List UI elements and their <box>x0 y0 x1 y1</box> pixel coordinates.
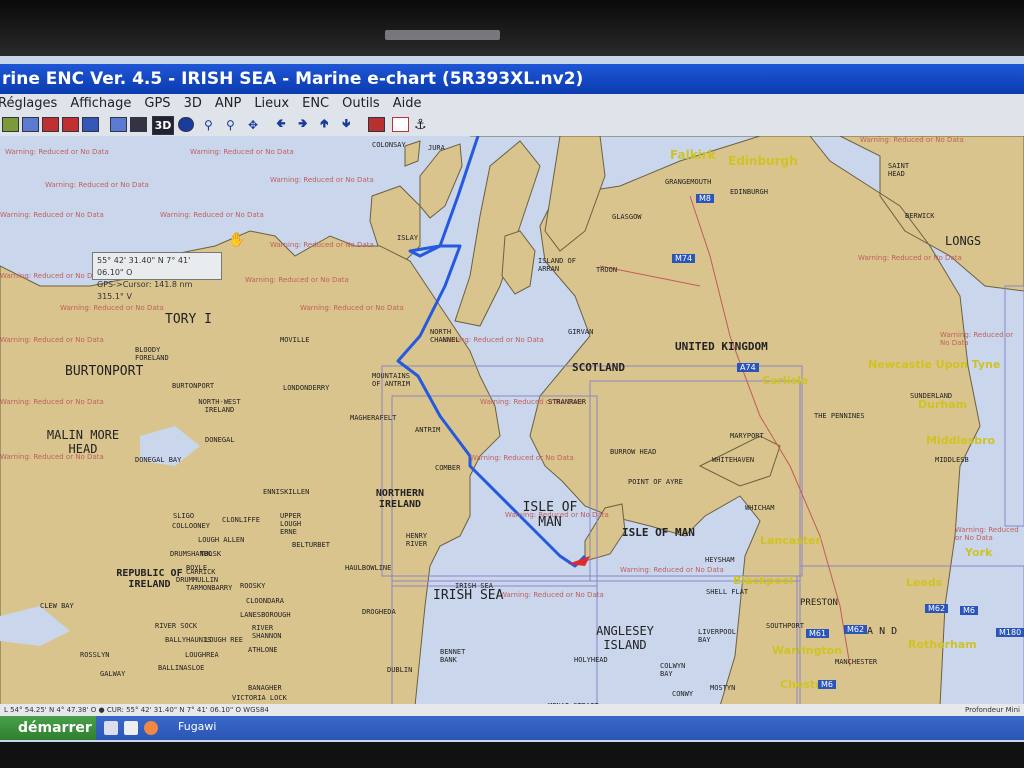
arrow-down-icon[interactable]: 🢃 <box>342 116 351 133</box>
overlay-icon[interactable] <box>82 116 99 133</box>
info-icon[interactable] <box>178 116 194 133</box>
menu-affichage[interactable]: Affichage <box>70 94 131 114</box>
menu-outils[interactable]: Outils <box>342 94 380 114</box>
taskbar: démarrer Fugawi <box>0 716 1024 740</box>
view-3d-button[interactable]: 3D <box>152 116 174 135</box>
status-bar: L 54° 54.25' N 4° 47.38' O ● CUR: 55° 42… <box>0 704 1024 716</box>
pan-icon[interactable]: ✥ <box>248 116 258 133</box>
status-depth: Profondeur Mini <box>965 706 1020 714</box>
app-window: rine ENC Ver. 4.5 - IRISH SEA - Marine e… <box>0 56 1024 742</box>
menu-aide[interactable]: Aide <box>393 94 422 114</box>
arrow-left-icon[interactable]: 🢀 <box>276 116 286 133</box>
print-icon[interactable] <box>62 116 79 133</box>
anchor-icon[interactable]: ⚓ <box>414 116 427 133</box>
menu-3d[interactable]: 3D <box>184 94 202 114</box>
monitor-bezel-top <box>0 0 1024 58</box>
start-button[interactable]: démarrer <box>0 716 96 740</box>
waypoint-icon[interactable] <box>392 116 409 133</box>
quick-launch-icon[interactable] <box>144 721 158 735</box>
zoom-out-icon[interactable]: ⚲ <box>226 116 235 133</box>
zoom-in-icon[interactable]: ⚲ <box>204 116 213 133</box>
hand-cursor-icon: ✋ <box>228 232 246 248</box>
window-icon[interactable] <box>110 116 127 133</box>
taskbar-app-fugawi[interactable]: Fugawi <box>178 720 216 733</box>
cursor-distance: GPS->Cursor: 141.8 nm 315.1° V <box>97 280 193 301</box>
chart-map[interactable] <box>0 136 1024 706</box>
grid-icon[interactable] <box>130 116 147 133</box>
screen-glare <box>385 30 500 40</box>
cursor-info-box: 55° 42' 31.40" N 7° 41' 06.10" O GPS->Cu… <box>92 252 222 301</box>
arrow-up-icon[interactable]: 🢁 <box>320 116 329 133</box>
window-title: rine ENC Ver. 4.5 - IRISH SEA - Marine e… <box>0 64 1024 94</box>
menu-bar: Réglages Affichage GPS 3D ANP Lieux ENC Outils A… <box>0 94 1024 114</box>
menu-reglages[interactable]: Réglages <box>0 94 57 114</box>
quick-launch-icon[interactable] <box>124 721 138 735</box>
gps-track-icon[interactable] <box>368 116 385 133</box>
toolbar: 3D ⚲ ⚲ ✥ 🢀 🢂 🢁 🢃 ⚓ <box>0 114 1024 137</box>
status-coordinates: L 54° 54.25' N 4° 47.38' O ● CUR: 55° 42… <box>4 706 269 714</box>
menu-anp[interactable]: ANP <box>215 94 241 114</box>
menu-enc[interactable]: ENC <box>302 94 329 114</box>
menu-lieux[interactable]: Lieux <box>254 94 289 114</box>
menu-gps[interactable]: GPS <box>144 94 170 114</box>
quick-launch-icon[interactable] <box>104 721 118 735</box>
monitor-bezel-bottom <box>0 742 1024 768</box>
cursor-coordinates: 55° 42' 31.40" N 7° 41' 06.10" O <box>97 256 191 277</box>
arrow-right-icon[interactable]: 🢂 <box>298 116 308 133</box>
open-chart-icon[interactable] <box>22 116 39 133</box>
layers-icon[interactable] <box>42 116 59 133</box>
settings-icon[interactable] <box>2 116 19 133</box>
